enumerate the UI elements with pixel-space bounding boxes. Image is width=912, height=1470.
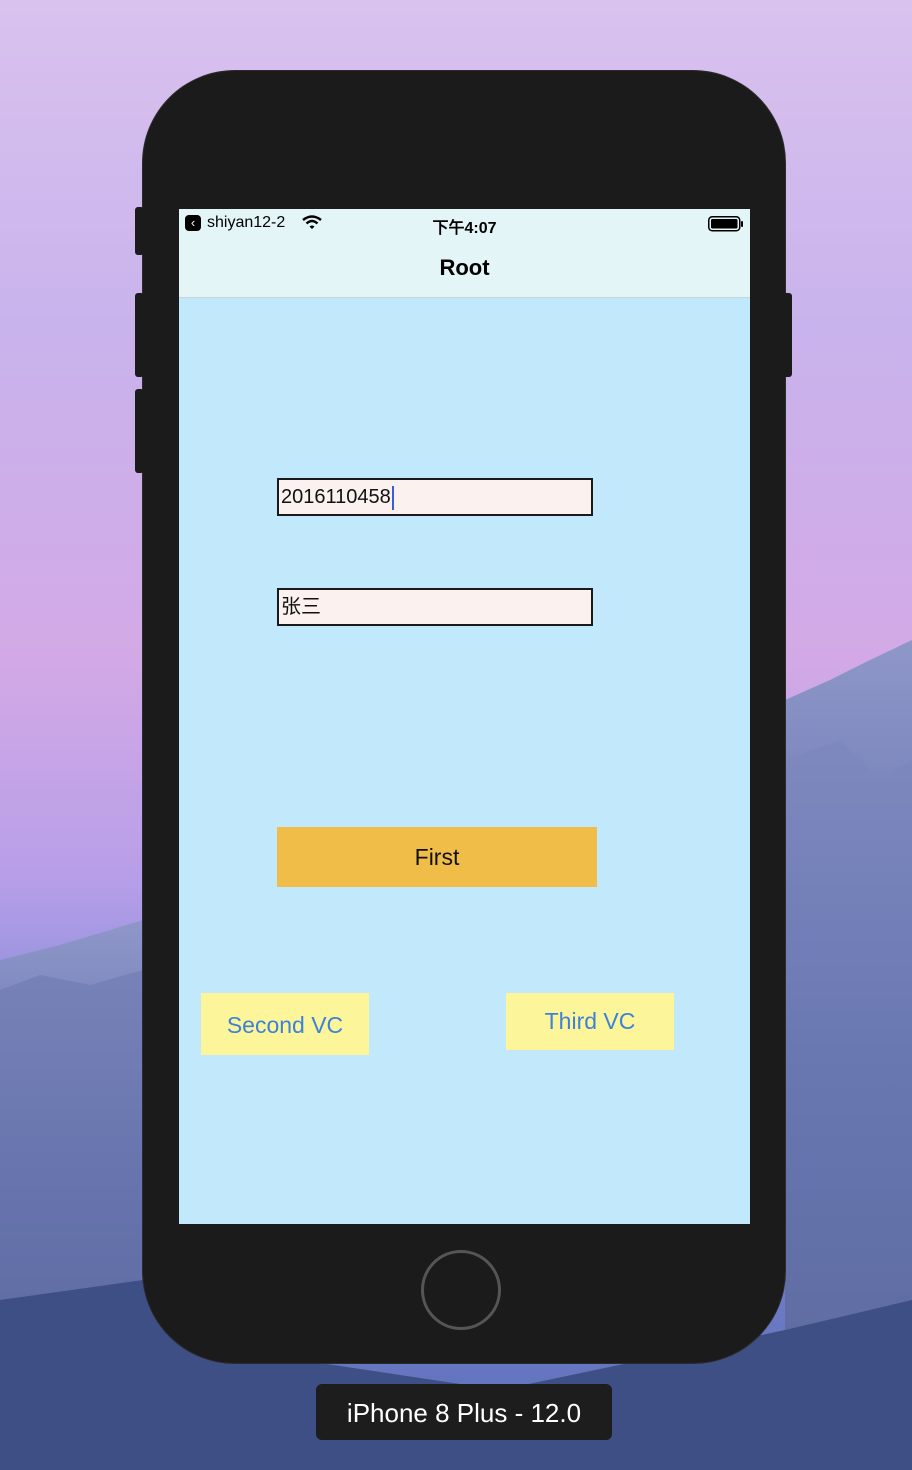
home-button[interactable] [421,1250,501,1330]
volume-up-button [135,293,144,377]
nav-title: Root [439,255,490,280]
app-screen: Root ‹ shiyan12-2 下午4:07 2016110458 张三 F… [179,209,750,1224]
power-button [783,293,792,377]
status-bar: ‹ shiyan12-2 下午4:07 [179,209,750,237]
battery-icon [708,216,743,232]
name-value: 张三 [281,596,321,618]
text-cursor [391,485,394,510]
third-vc-button[interactable]: Third VC [506,993,674,1050]
ring-switch [135,207,144,255]
simulator-device-label: iPhone 8 Plus - 12.0 [316,1384,612,1440]
second-vc-button[interactable]: Second VC [201,993,369,1055]
id-number-field[interactable]: 2016110458 [277,478,593,516]
status-time: 下午4:07 [432,220,497,237]
volume-down-button [135,389,144,473]
id-number-value: 2016110458 [281,486,391,508]
name-field[interactable]: 张三 [277,588,593,626]
first-button[interactable]: First [277,827,597,887]
